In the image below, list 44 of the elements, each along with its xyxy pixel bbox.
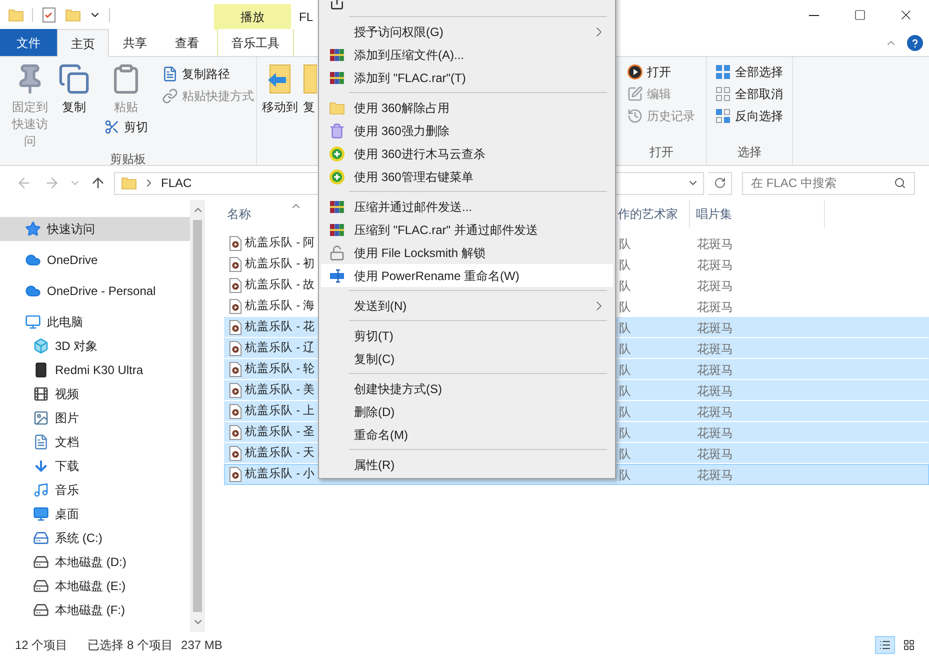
artist-cell-text: 队 (619, 320, 632, 336)
file-name: 杭盖乐队 - 上 (245, 403, 316, 419)
album-cell-text: 花斑马 (696, 236, 734, 252)
selection-count: 已选择 8 个项目 (88, 637, 174, 654)
window-title: FL (299, 9, 314, 26)
file-name: 杭盖乐队 - 辽 (245, 340, 316, 356)
artist-cell-text: 队 (619, 404, 632, 420)
group-label: 打开 (650, 144, 674, 161)
artist-cell-text: 队 (619, 424, 632, 442)
file-name: 杭盖乐队 - 花 (245, 319, 316, 335)
album-cell-text: 花斑马 (696, 466, 734, 484)
album-cell-text: 花斑马 (696, 382, 734, 400)
artist-cell-text: 队 (619, 382, 632, 400)
artist-cell-text: 队 (619, 466, 632, 484)
file-name: 杭盖乐队 - 美 (245, 382, 316, 398)
file-name: 杭盖乐队 - 故 (245, 277, 316, 293)
artist-cell-text: 队 (619, 362, 632, 378)
album-cell-text: 花斑马 (696, 404, 734, 420)
item-count: 12 个项目 (15, 637, 68, 654)
album-cell-text: 花斑马 (696, 278, 734, 294)
file-name: 杭盖乐队 - 阿 (245, 235, 316, 251)
album-cell-text: 花斑马 (696, 446, 734, 462)
file-name: 杭盖乐队 - 初 (245, 256, 316, 272)
group-label: 剪贴板 (110, 151, 146, 168)
contextual-tab-header: 播放 (214, 4, 291, 30)
file-name: 杭盖乐队 - 天 (245, 445, 316, 461)
album-cell-text: 花斑马 (696, 362, 734, 378)
album-cell-text: 花斑马 (696, 298, 734, 316)
artist-cell-text: 队 (619, 340, 632, 358)
file-name: 杭盖乐队 - 小 (245, 466, 316, 482)
artist-cell-text: 队 (619, 446, 632, 462)
album-cell-text: 花斑马 (696, 340, 734, 358)
album-cell-text: 花斑马 (696, 424, 734, 442)
artist-cell-text: 队 (619, 278, 632, 294)
album-cell-text: 花斑马 (696, 256, 734, 274)
album-cell-text: 花斑马 (696, 320, 734, 336)
artist-cell-text: 队 (619, 298, 632, 316)
file-name: 杭盖乐队 - 轮 (245, 361, 316, 377)
artist-cell-text: 队 (619, 256, 632, 274)
file-name: 杭盖乐队 - 海 (245, 298, 316, 314)
file-name: 杭盖乐队 - 圣 (245, 424, 316, 440)
artist-cell-text: 队 (619, 236, 632, 252)
selection-size: 237 MB (181, 637, 222, 654)
group-label: 选择 (738, 144, 762, 161)
